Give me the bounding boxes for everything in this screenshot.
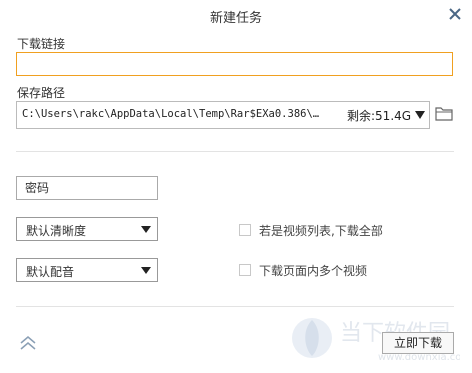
quality-select[interactable]: 默认清晰度	[16, 217, 158, 241]
save-path-value: C:\Users\rakc\AppData\Local\Temp\Rar$EXa…	[22, 108, 320, 120]
folder-icon[interactable]	[434, 103, 454, 123]
quality-select-value: 默认清晰度	[26, 224, 87, 238]
divider-top	[16, 151, 454, 152]
checkbox-label: 下载页面内多个视频	[259, 264, 368, 278]
dialog-title: 新建任务	[209, 11, 262, 26]
chevron-down-icon	[141, 226, 151, 233]
save-path-label: 保存路径	[17, 86, 66, 100]
double-chevron-up-icon[interactable]	[19, 334, 37, 352]
download-link-label: 下载链接	[17, 37, 66, 51]
audio-select[interactable]: 默认配音	[16, 258, 158, 282]
save-path-select[interactable]: C:\Users\rakc\AppData\Local\Temp\Rar$EXa…	[16, 101, 430, 129]
audio-select-value: 默认配音	[26, 265, 75, 279]
close-icon[interactable]	[446, 5, 464, 23]
download-now-button[interactable]: 立即下载	[382, 332, 454, 354]
checkbox-label: 若是视频列表,下载全部	[259, 224, 383, 238]
password-input[interactable]	[16, 176, 158, 200]
download-link-input[interactable]	[16, 52, 453, 76]
free-space-text: 剩余:51.4G	[347, 109, 412, 123]
checkbox-box[interactable]	[239, 264, 251, 276]
chevron-down-icon	[141, 267, 151, 274]
checkbox-box[interactable]	[239, 224, 251, 236]
divider-bottom	[16, 306, 454, 307]
triangle-down-icon[interactable]	[414, 109, 426, 121]
